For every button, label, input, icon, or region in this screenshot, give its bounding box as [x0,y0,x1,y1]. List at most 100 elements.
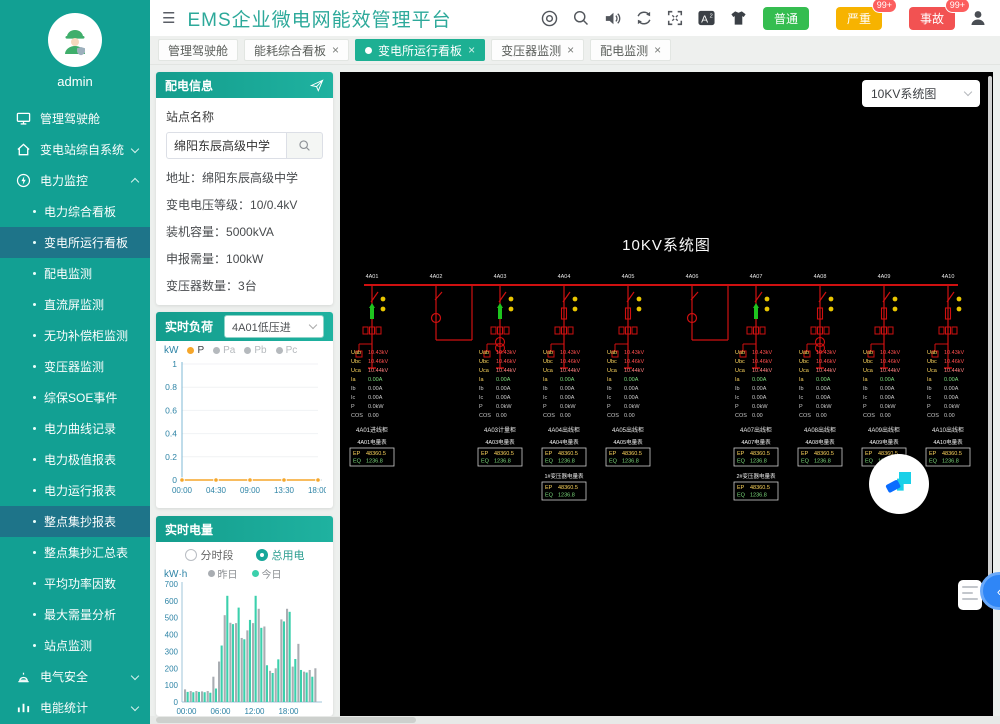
info-field: 地址：绵阳东辰高级中学 [166,169,323,186]
svg-text:Ic: Ic [927,395,932,401]
svg-text:COS: COS [863,413,875,419]
legend-item[interactable]: Pb [244,345,266,356]
vertical-scrollbar[interactable] [988,76,992,581]
hamburger-menu-icon[interactable]: ☰ [162,9,175,27]
circuit-select[interactable]: 4A01低压进 [224,315,324,338]
svg-text:COS: COS [479,413,491,419]
svg-text:600: 600 [165,597,179,606]
close-icon[interactable]: × [654,44,661,56]
user-icon[interactable] [968,8,988,28]
tab-item[interactable]: 管理驾驶舱 [158,39,238,61]
close-icon[interactable]: × [468,44,475,56]
alarm-badge[interactable]: 严重99+ [836,7,882,30]
sidebar-item[interactable]: 配电监测 [0,258,150,289]
info-field-value: 100kW [226,252,263,266]
tab-item[interactable]: 配电监测× [590,39,671,61]
svg-text:13:30: 13:30 [274,486,295,495]
radio-icon [256,549,268,561]
alarm-badge[interactable]: 事故99+ [909,7,955,30]
sidebar-item[interactable]: 整点集抄汇总表 [0,537,150,568]
legend-item[interactable]: Pa [213,345,235,356]
svg-text:Uca: Uca [607,368,618,374]
topbar: ☰ EMS企业微电网能效管理平台 A2普通严重99+事故99+ [150,0,1000,36]
sidebar-item[interactable]: 直流屏监测 [0,289,150,320]
svg-text:Ia: Ia [607,377,613,383]
svg-text:4A05: 4A05 [622,274,635,280]
alarm-badge[interactable]: 普通 [763,7,809,30]
sidebar-item-label: 直流屏监测 [44,296,104,313]
sidebar-item[interactable]: 变压器监测 [0,351,150,382]
sidebar-item[interactable]: 无功补偿柜监测 [0,320,150,351]
legend-item[interactable]: P [187,345,204,356]
svg-text:EQ: EQ [481,459,490,465]
close-icon[interactable]: × [567,44,574,56]
sidebar-item[interactable]: 电气安全 [0,661,150,692]
svg-text:10.44kV: 10.44kV [368,368,389,374]
panel-header: 配电信息 [156,72,333,98]
avatar[interactable] [48,13,102,67]
tab-active[interactable]: 变电所运行看板× [355,39,485,61]
tab-label: 变压器监测 [501,42,561,59]
record-icon[interactable] [540,9,559,28]
sidebar-item[interactable]: 电力曲线记录 [0,413,150,444]
svg-text:0.00A: 0.00A [624,395,639,401]
sidebar-item[interactable]: 综保SOE事件 [0,382,150,413]
radio-label: 分时段 [201,547,234,563]
svg-text:1236.8: 1236.8 [942,459,959,465]
svg-text:Ubc: Ubc [799,359,809,365]
sidebar-item[interactable]: 变电所运行看板 [0,227,150,258]
scrollbar-thumb[interactable] [156,717,416,723]
paper-plane-icon[interactable] [310,79,324,92]
svg-text:48360.5: 48360.5 [494,451,514,457]
svg-text:0.00: 0.00 [496,413,507,419]
diagram-select[interactable]: 10KV系统图 [862,80,980,107]
sidebar-menu: 管理驾驶舱变电站综自系统电力监控电力综合看板变电所运行看板配电监测直流屏监测无功… [0,103,150,723]
sidebar-item[interactable]: 整点集抄报表 [0,506,150,537]
todesk-floating-button[interactable] [869,454,929,514]
svg-text:0.00A: 0.00A [752,386,767,392]
search-icon[interactable] [572,9,590,27]
legend-item[interactable]: 今日 [252,566,282,581]
search-button[interactable] [287,132,323,159]
radio-option[interactable]: 分时段 [185,547,234,563]
svg-text:0.00A: 0.00A [624,386,639,392]
svg-text:4A03: 4A03 [494,274,507,280]
svg-text:10.44kV: 10.44kV [944,368,965,374]
sidebar-item[interactable]: 站点监测 [0,630,150,661]
svg-text:EQ: EQ [801,459,810,465]
font-size-icon[interactable]: A2 [697,9,716,27]
sidebar-item[interactable]: 电力监控 [0,165,150,196]
refresh-icon[interactable] [635,9,653,27]
sidebar-item[interactable]: 最大需量分析 [0,599,150,630]
sidebar-item[interactable]: 平均功率因数 [0,568,150,599]
sidebar-item[interactable]: 电力综合看板 [0,196,150,227]
svg-text:4A08: 4A08 [814,274,827,280]
load-chart-legend: kWPPaPbPc [156,341,333,356]
engineer-icon [55,20,95,60]
svg-text:P: P [479,404,483,410]
svg-text:1236.8: 1236.8 [750,459,767,465]
tab-item[interactable]: 能耗综合看板× [244,39,349,61]
theme-icon[interactable] [729,9,748,27]
close-icon[interactable]: × [332,44,339,56]
radio-selected[interactable]: 总用电 [256,547,305,563]
legend-item[interactable]: Pc [276,345,298,356]
sidebar-item[interactable]: 电力极值报表 [0,444,150,475]
panel-header: 实时负荷 4A01低压进 [156,312,333,341]
sidebar-item[interactable]: 电力运行报表 [0,475,150,506]
sidebar-item[interactable]: 电能统计 [0,692,150,723]
volume-icon[interactable] [603,9,622,28]
legend-item[interactable]: 昨日 [208,566,238,581]
tab-item[interactable]: 变压器监测 × [491,39,584,61]
site-search-input[interactable] [166,132,287,159]
sidebar-item[interactable]: 变电站综自系统 [0,134,150,165]
sidebar-item-label: 电力综合看板 [44,203,116,220]
bullet-icon [33,303,36,306]
svg-text:48360.5: 48360.5 [558,451,578,457]
fullscreen-icon[interactable] [666,9,684,27]
horizontal-scrollbar[interactable] [150,716,1000,724]
floating-helper-widget[interactable]: ‹ [958,572,1000,618]
svg-text:09:00: 09:00 [240,486,261,495]
svg-text:100: 100 [165,681,179,690]
sidebar-item[interactable]: 管理驾驶舱 [0,103,150,134]
